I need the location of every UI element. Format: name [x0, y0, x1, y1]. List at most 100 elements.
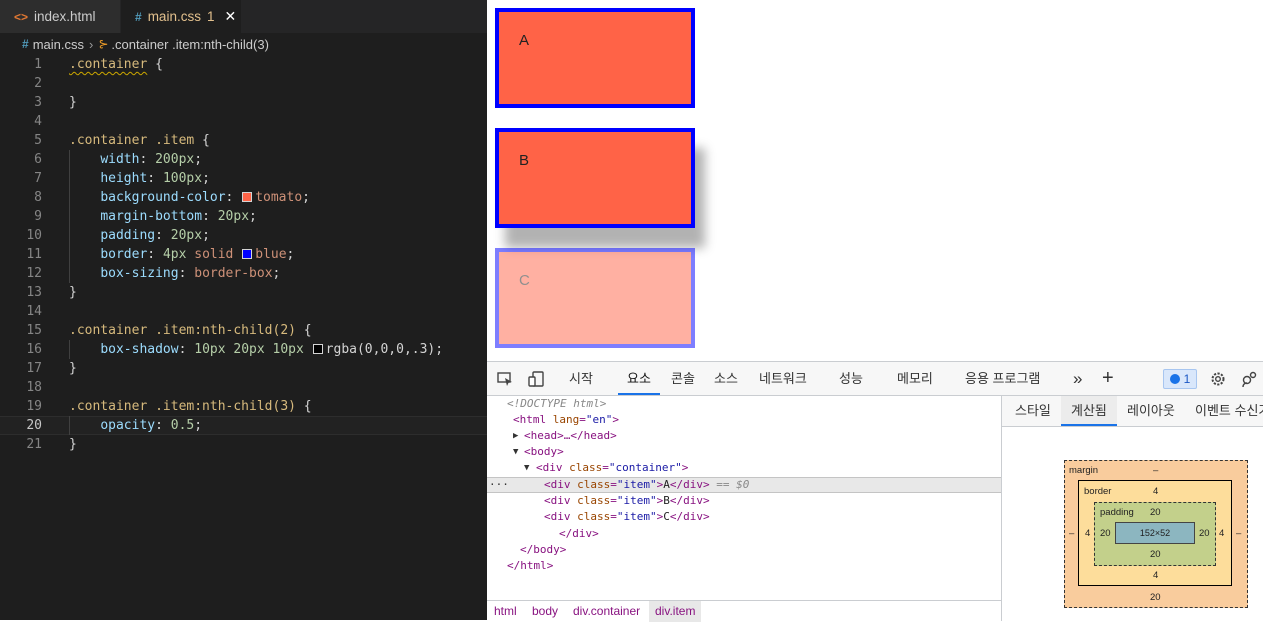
dom-node[interactable]: <html lang="en">: [487, 412, 1001, 428]
close-icon[interactable]: ✕: [224, 8, 236, 25]
padding-right-value[interactable]: 20: [1199, 528, 1210, 539]
dom-node[interactable]: <!DOCTYPE html>: [487, 396, 1001, 412]
value: solid: [194, 247, 234, 262]
content-size-value[interactable]: 152×52: [1115, 528, 1195, 539]
value: 20px: [170, 228, 203, 243]
line-number: 4: [34, 114, 42, 129]
padding-bottom-value[interactable]: 20: [1150, 549, 1161, 560]
attr-value: "en": [585, 413, 613, 426]
tab-sources[interactable]: 소스: [714, 362, 738, 395]
dom-breadcrumb: html body div.container div.item: [487, 600, 1001, 622]
padding-top-value[interactable]: 20: [1150, 507, 1161, 518]
gear-icon[interactable]: [1209, 370, 1227, 388]
code-area[interactable]: 1 .container { 2 3} 4 5 .container .item {…: [0, 55, 487, 454]
property: box-shadow: [100, 342, 179, 357]
tab-welcome[interactable]: 시작: [569, 362, 593, 395]
side-panel-tabs: 스타일 계산됨 레이아웃 이벤트 수신기: [1002, 396, 1263, 427]
html-file-icon: <>: [14, 9, 29, 24]
tab-console[interactable]: 콘솔: [671, 362, 695, 395]
breadcrumb-symbol[interactable]: .container .item:nth-child(3): [111, 37, 269, 52]
tag: <div: [544, 494, 571, 507]
dom-node[interactable]: <div class="item">C</div>: [487, 509, 1001, 525]
tab-application[interactable]: 응용 프로그램: [965, 362, 1040, 395]
code-line: 2: [0, 74, 487, 93]
line-number: 19: [26, 399, 42, 414]
value: 10px: [194, 342, 226, 357]
border-bottom-value[interactable]: 4: [1153, 570, 1158, 581]
more-tabs-icon[interactable]: »: [1073, 362, 1082, 395]
border-left-value[interactable]: 4: [1085, 528, 1090, 539]
color-swatch-blue[interactable]: [242, 249, 253, 259]
line-number: 16: [26, 342, 42, 357]
value: tomato: [255, 190, 303, 205]
margin-label: margin: [1069, 465, 1099, 476]
tab-main-css[interactable]: # main.css 1 ✕: [121, 0, 241, 33]
brace: {: [295, 323, 312, 338]
margin-top-value[interactable]: –: [1153, 465, 1158, 476]
property: box-sizing: [100, 266, 179, 281]
box-model-diagram: margin – – – 20 border 4 4 4 4 padding 2…: [1064, 460, 1248, 608]
tab-performance[interactable]: 성능: [839, 362, 863, 395]
tab-index-html[interactable]: <> index.html: [0, 0, 120, 33]
line-number: 18: [26, 380, 42, 395]
dom-node[interactable]: <div class="item">B</div>: [487, 493, 1001, 509]
code-line: 10 padding: 20px;: [0, 226, 487, 245]
device-toolbar-icon[interactable]: [527, 370, 545, 388]
crumb-html[interactable]: html: [494, 601, 517, 622]
dom-node[interactable]: ▼ <div class="container">: [487, 460, 1001, 476]
dom-node[interactable]: </body>: [487, 542, 1001, 558]
line-number: 11: [26, 247, 42, 262]
line-number: 6: [34, 152, 42, 167]
code-line: 3}: [0, 93, 487, 112]
tag: </div>: [559, 527, 599, 540]
dom-tree[interactable]: <!DOCTYPE html> <html lang="en"> ▶ <head>…: [487, 396, 1001, 600]
item-box-a: A: [495, 8, 695, 108]
collapse-triangle-icon[interactable]: ▼: [524, 460, 529, 476]
border-right-value[interactable]: 4: [1219, 528, 1224, 539]
connect-icon[interactable]: [1240, 370, 1258, 388]
value: 20px: [217, 209, 250, 224]
dom-node[interactable]: </div>: [487, 526, 1001, 542]
margin-left-value[interactable]: –: [1069, 528, 1074, 539]
more-icon[interactable]: ···: [489, 478, 509, 492]
expand-triangle-icon[interactable]: ▶: [513, 428, 518, 444]
tab-memory[interactable]: 메모리: [897, 362, 933, 395]
attr-name: class: [569, 461, 603, 474]
line-number: 17: [26, 361, 42, 376]
breadcrumb-file[interactable]: main.css: [33, 37, 84, 52]
css-file-icon: #: [22, 37, 29, 51]
inspect-element-icon[interactable]: [496, 370, 514, 388]
message-icon: [1169, 374, 1180, 384]
tab-computed[interactable]: 계산됨: [1061, 396, 1117, 426]
tab-styles[interactable]: 스타일: [1015, 396, 1051, 426]
crumb-body[interactable]: body: [532, 601, 558, 622]
dom-node[interactable]: ▼ <body>: [487, 444, 1001, 460]
value: 0.5: [170, 418, 195, 433]
color-swatch-rgba[interactable]: [312, 344, 323, 354]
border-top-value[interactable]: 4: [1153, 486, 1158, 497]
add-tab-icon[interactable]: +: [1102, 362, 1114, 395]
padding-left-value[interactable]: 20: [1100, 528, 1111, 539]
value: 10px: [272, 342, 304, 357]
margin-bottom-value[interactable]: 20: [1150, 592, 1161, 603]
dom-node[interactable]: </html>: [487, 558, 1001, 574]
styles-side-panel: 스타일 계산됨 레이아웃 이벤트 수신기 margin – – – 20 bor…: [1001, 396, 1263, 621]
collapse-triangle-icon[interactable]: ▼: [513, 444, 518, 460]
crumb-div-item[interactable]: div.item: [649, 601, 702, 622]
crumb-div-container[interactable]: div.container: [573, 601, 640, 622]
code-line-current: 20 opacity: 0.5;: [0, 416, 487, 435]
line-number: 9: [34, 209, 42, 224]
property: background-color: [100, 190, 226, 205]
dom-node-selected[interactable]: ··· <div class="item">A</div> == $0: [487, 477, 1001, 493]
tab-network[interactable]: 네트워크: [759, 362, 807, 395]
tag: <div: [544, 510, 571, 523]
tab-event-listeners[interactable]: 이벤트 수신기: [1195, 396, 1263, 426]
margin-right-value[interactable]: –: [1236, 528, 1241, 539]
color-swatch-tomato[interactable]: [242, 192, 253, 202]
tab-layout[interactable]: 레이아웃: [1127, 396, 1175, 426]
dom-node[interactable]: ▶ <head>…</head>: [487, 428, 1001, 444]
line-number: 12: [26, 266, 42, 281]
tag: <div: [544, 478, 571, 491]
tab-elements[interactable]: 요소: [618, 362, 660, 395]
issues-badge[interactable]: 1: [1163, 369, 1197, 389]
